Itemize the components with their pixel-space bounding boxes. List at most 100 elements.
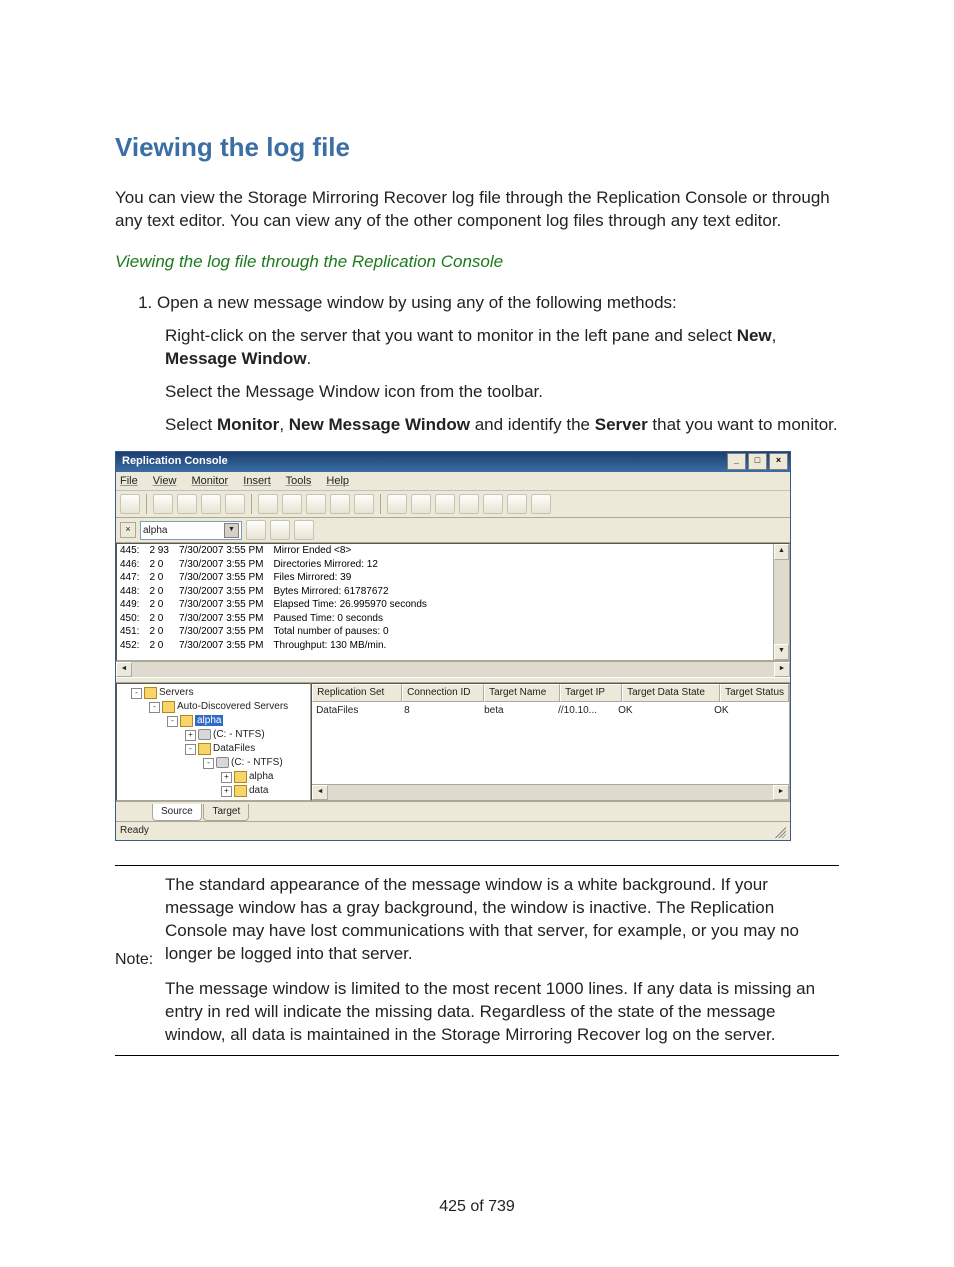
col-target-name[interactable]: Target Name (484, 684, 560, 702)
menu-view[interactable]: View (153, 475, 177, 487)
note-block: Note: The standard appearance of the mes… (115, 865, 839, 1056)
window-title: Replication Console (122, 454, 228, 469)
scroll-left-icon[interactable]: ◄ (116, 662, 132, 677)
toolbar-button-icon[interactable] (387, 494, 407, 514)
toolbar-button-icon[interactable] (507, 494, 527, 514)
maximize-button[interactable]: □ (748, 453, 767, 470)
folder-icon (198, 743, 211, 755)
log-row: 448:2 07/30/2007 3:55 PMBytes Mirrored: … (117, 585, 434, 599)
tab-target[interactable]: Target (203, 804, 249, 821)
bottom-tabs: Source Target (116, 801, 790, 821)
connections-grid[interactable]: Replication Set Connection ID Target Nam… (311, 683, 790, 801)
scroll-up-icon[interactable]: ▲ (774, 544, 789, 560)
pause-icon[interactable] (246, 520, 266, 540)
toolbar (116, 491, 790, 518)
minimize-button[interactable]: _ (727, 453, 746, 470)
server-combo[interactable]: alpha ▼ (140, 521, 242, 540)
log-row: 447:2 07/30/2007 3:55 PMFiles Mirrored: … (117, 571, 434, 585)
toolbar-button-icon[interactable] (435, 494, 455, 514)
menu-insert[interactable]: Insert (243, 475, 271, 487)
toolbar-button-icon[interactable] (411, 494, 431, 514)
col-connection-id[interactable]: Connection ID (402, 684, 484, 702)
clear-icon[interactable] (270, 520, 290, 540)
copy-icon[interactable] (294, 520, 314, 540)
log-table: 445:2 937/30/2007 3:55 PMMirror Ended <8… (117, 544, 434, 652)
toolbar-separator (251, 494, 252, 514)
expander-icon[interactable]: + (185, 730, 196, 741)
menu-file[interactable]: File (120, 475, 138, 487)
expander-icon[interactable]: + (221, 772, 232, 783)
menubar: File View Monitor Insert Tools Help (116, 472, 790, 492)
expander-icon[interactable]: + (221, 786, 232, 797)
log-row: 450:2 07/30/2007 3:55 PMPaused Time: 0 s… (117, 612, 434, 626)
folder-icon (234, 771, 247, 783)
expander-icon[interactable]: - (167, 716, 178, 727)
drive-icon (216, 757, 229, 768)
menu-help[interactable]: Help (326, 475, 349, 487)
expander-icon[interactable]: - (149, 702, 160, 713)
col-replication-set[interactable]: Replication Set (312, 684, 402, 702)
titlebar[interactable]: Replication Console _ □ × (116, 452, 790, 472)
toolbar-button-icon[interactable] (306, 494, 326, 514)
toolbar-button-icon[interactable] (153, 494, 173, 514)
substep-b: Select the Message Window icon from the … (165, 381, 839, 404)
col-target-data-state[interactable]: Target Data State (622, 684, 720, 702)
log-row: 446:2 07/30/2007 3:55 PMDirectories Mirr… (117, 558, 434, 572)
col-target-ip[interactable]: Target IP (560, 684, 622, 702)
folder-icon (144, 687, 157, 699)
message-toolbar: × alpha ▼ (116, 518, 790, 543)
grid-header: Replication Set Connection ID Target Nam… (312, 684, 789, 702)
expander-icon[interactable]: - (203, 758, 214, 769)
col-target-status[interactable]: Target Status (720, 684, 789, 702)
note-paragraph: The standard appearance of the message w… (165, 874, 839, 966)
toolbar-button-icon[interactable] (177, 494, 197, 514)
folder-icon (234, 785, 247, 797)
horizontal-scrollbar[interactable]: ◄ ► (116, 661, 790, 677)
vertical-scrollbar[interactable]: ▲ ▼ (773, 544, 789, 660)
toolbar-button-icon[interactable] (225, 494, 245, 514)
toolbar-button-icon[interactable] (258, 494, 278, 514)
toolbar-button-icon[interactable] (531, 494, 551, 514)
status-text: Ready (120, 824, 149, 838)
menu-tools[interactable]: Tools (286, 475, 312, 487)
expander-icon[interactable]: - (131, 688, 142, 699)
expander-icon[interactable]: - (185, 744, 196, 755)
close-button[interactable]: × (769, 453, 788, 470)
toolbar-separator (380, 494, 381, 514)
log-row: 452:2 07/30/2007 3:55 PMThroughput: 130 … (117, 639, 434, 653)
grid-hscrollbar[interactable]: ◄ ► (312, 784, 789, 800)
screenshot-replication-console: Replication Console _ □ × File View Moni… (115, 451, 839, 841)
menu-monitor[interactable]: Monitor (192, 475, 229, 487)
resize-grip-icon[interactable] (772, 824, 786, 838)
page-title: Viewing the log file (115, 130, 839, 165)
toolbar-button-icon[interactable] (354, 494, 374, 514)
scroll-right-icon[interactable]: ► (773, 785, 789, 800)
note-paragraph: The message window is limited to the mos… (165, 978, 839, 1047)
message-log-pane[interactable]: 445:2 937/30/2007 3:55 PMMirror Ended <8… (116, 543, 790, 661)
scroll-left-icon[interactable]: ◄ (312, 785, 328, 800)
toolbar-button-icon[interactable] (330, 494, 350, 514)
toolbar-separator (146, 494, 147, 514)
tree-item-selected[interactable]: alpha (195, 715, 223, 726)
grid-row[interactable]: DataFiles 8 beta //10.10... OK OK (312, 704, 789, 718)
toolbar-button-icon[interactable] (201, 494, 221, 514)
page-number: 425 of 739 (115, 1196, 839, 1218)
log-row: 451:2 07/30/2007 3:55 PMTotal number of … (117, 625, 434, 639)
close-pane-icon[interactable]: × (120, 522, 136, 538)
toolbar-button-icon[interactable] (282, 494, 302, 514)
toolbar-button-icon[interactable] (459, 494, 479, 514)
toolbar-button-icon[interactable] (120, 494, 140, 514)
step-1: Open a new message window by using any o… (157, 292, 839, 315)
server-icon (180, 715, 193, 727)
folder-icon (162, 701, 175, 713)
chevron-down-icon[interactable]: ▼ (224, 523, 239, 538)
toolbar-button-icon[interactable] (483, 494, 503, 514)
server-tree[interactable]: -Servers -Auto-Discovered Servers -alpha… (116, 683, 311, 801)
log-row: 445:2 937/30/2007 3:55 PMMirror Ended <8… (117, 544, 434, 558)
scroll-right-icon[interactable]: ► (774, 662, 790, 677)
tab-source[interactable]: Source (152, 804, 202, 821)
window-replication-console: Replication Console _ □ × File View Moni… (115, 451, 791, 841)
drive-icon (198, 729, 211, 740)
note-label: Note: (115, 949, 165, 971)
scroll-down-icon[interactable]: ▼ (774, 644, 789, 660)
